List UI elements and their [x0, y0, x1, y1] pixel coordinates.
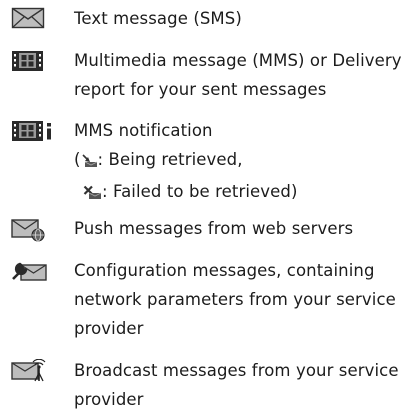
configuration-message-icon	[11, 260, 49, 284]
legend-description: MMS notification (: Being retrieved, : F…	[74, 116, 404, 209]
sub-item-failed-retrieval: : Failed to be retrieved)	[74, 177, 404, 209]
message-icon-legend: Text message (SMS) Multimedia message (M…	[0, 0, 407, 412]
legend-description: Configuration messages, containing netwo…	[74, 261, 396, 338]
closed-envelope-icon	[11, 7, 49, 31]
legend-description: Multimedia message (MMS) or Delivery rep…	[74, 51, 402, 99]
mms-notification-icon	[11, 120, 55, 144]
multimedia-message-icon	[11, 50, 49, 74]
legend-description: Text message (SMS)	[74, 9, 242, 28]
legend-description: Broadcast messages from your service pro…	[74, 361, 399, 409]
retrieving-arrow-icon	[81, 148, 98, 177]
retrieval-failed-icon	[83, 180, 102, 209]
broadcast-message-icon	[11, 359, 49, 383]
legend-description: Push messages from web servers	[74, 219, 354, 238]
sub-item-being-retrieved: (: Being retrieved,	[74, 145, 404, 177]
push-message-icon	[11, 216, 49, 242]
